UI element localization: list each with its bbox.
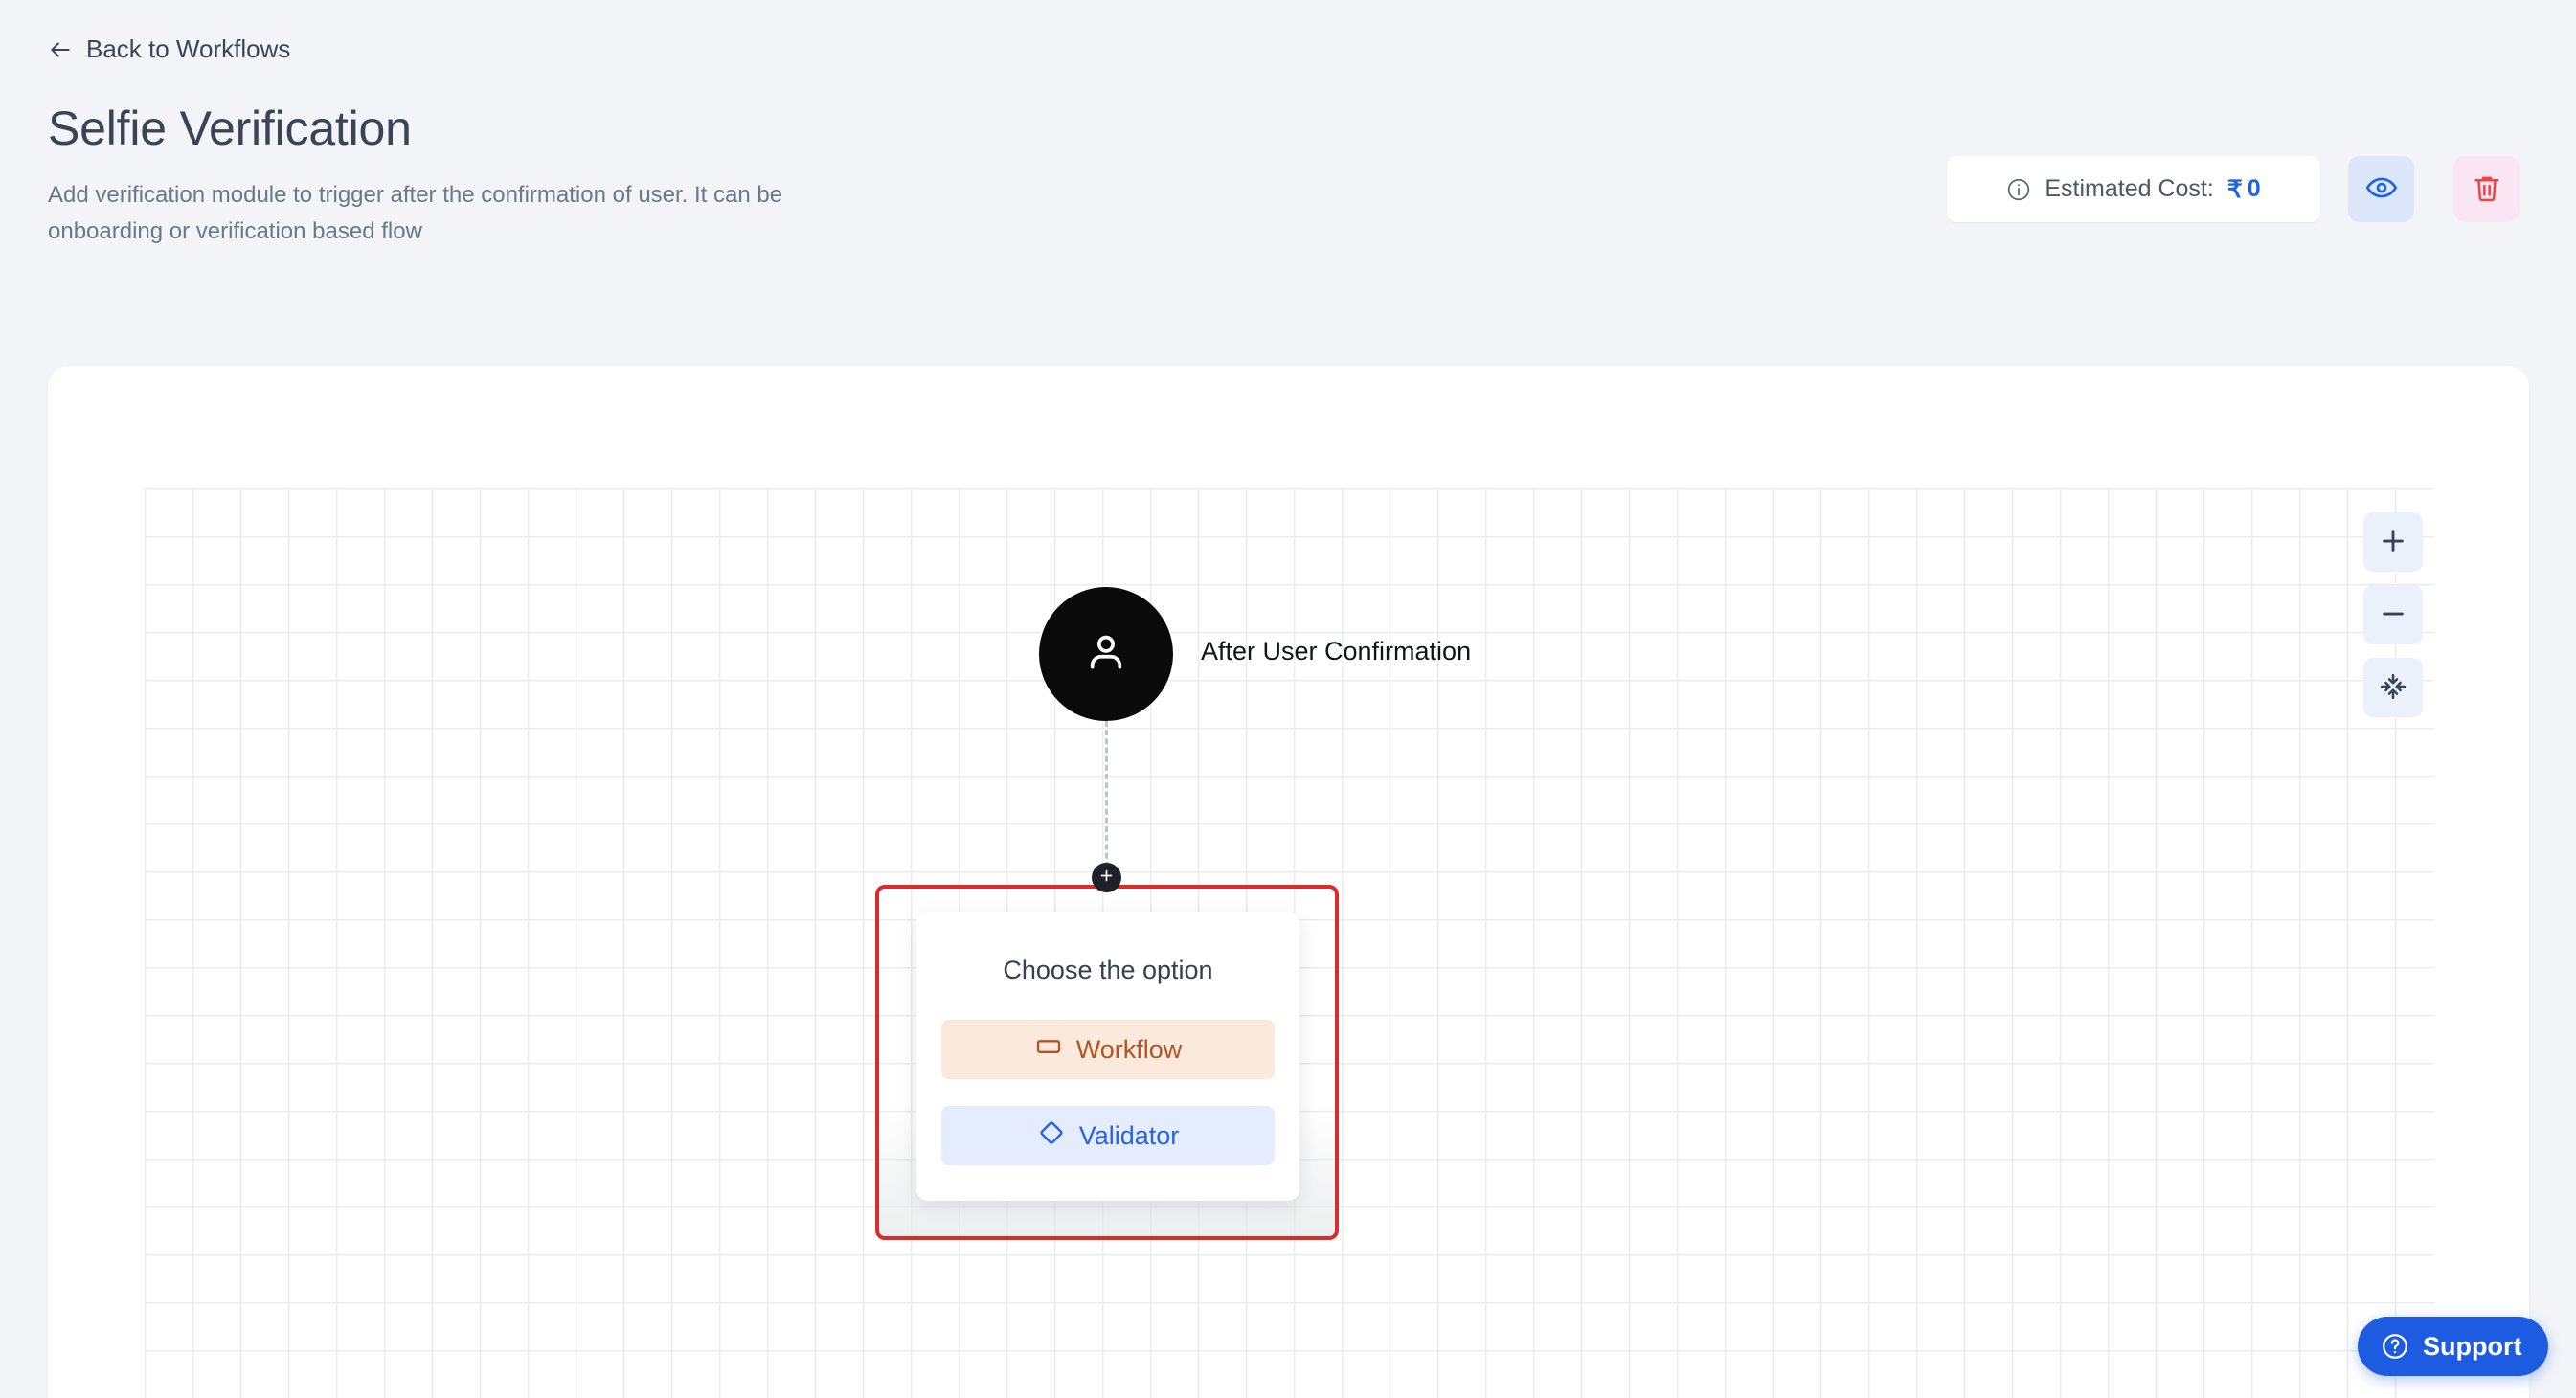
option-validator-button[interactable]: Validator xyxy=(941,1106,1275,1165)
currency-symbol: ₹ xyxy=(2226,175,2243,203)
option-workflow-button[interactable]: Workflow xyxy=(941,1020,1275,1079)
zoom-out-button[interactable] xyxy=(2363,585,2423,644)
back-to-workflows-label: Back to Workflows xyxy=(86,34,291,63)
fit-view-icon xyxy=(2379,672,2407,704)
canvas-zoom-controls xyxy=(2363,512,2423,717)
flow-connector-edge xyxy=(1105,721,1108,876)
add-step-button[interactable] xyxy=(1092,863,1121,892)
choose-option-heading: Choose the option xyxy=(1003,956,1213,984)
user-icon xyxy=(1081,627,1131,682)
back-to-workflows-link[interactable]: Back to Workflows xyxy=(48,34,290,64)
delete-button[interactable] xyxy=(2453,156,2520,222)
plus-icon xyxy=(2379,527,2407,558)
trigger-node[interactable] xyxy=(1039,587,1173,721)
page-subtitle: Add verification module to trigger after… xyxy=(48,182,783,244)
estimated-cost-label: Estimated Cost: xyxy=(2045,175,2214,202)
option-workflow-label: Workflow xyxy=(1075,1034,1183,1064)
eye-icon xyxy=(2365,171,2398,207)
arrow-left-icon xyxy=(48,37,73,62)
estimated-cost-pill: Estimated Cost: ₹0 xyxy=(1947,156,2320,222)
support-label: Support xyxy=(2423,1331,2522,1361)
estimated-cost-value: ₹0 xyxy=(2227,175,2261,204)
workflow-editor-page: Back to Workflows Selfie Verification Ad… xyxy=(0,0,2576,1398)
trash-icon xyxy=(2472,172,2502,206)
minus-icon xyxy=(2379,599,2407,631)
plus-icon xyxy=(1098,868,1115,889)
support-button[interactable]: Support xyxy=(2358,1317,2549,1376)
rectangle-icon xyxy=(1034,1032,1063,1068)
cost-amount: 0 xyxy=(2247,175,2261,202)
info-circle-icon[interactable] xyxy=(2006,177,2031,202)
flow-canvas[interactable] xyxy=(48,366,2529,1398)
question-circle-icon xyxy=(2381,1332,2409,1361)
option-validator-label: Validator xyxy=(1078,1120,1180,1150)
trigger-node-label: After User Confirmation xyxy=(1201,637,1472,665)
fit-view-button[interactable] xyxy=(2363,658,2423,717)
page-title: Selfie Verification xyxy=(48,101,412,155)
choose-option-panel: Choose the option Workflow Validator xyxy=(916,912,1299,1201)
zoom-in-button[interactable] xyxy=(2363,512,2423,572)
diamond-icon xyxy=(1037,1118,1066,1154)
preview-button[interactable] xyxy=(2348,156,2414,222)
